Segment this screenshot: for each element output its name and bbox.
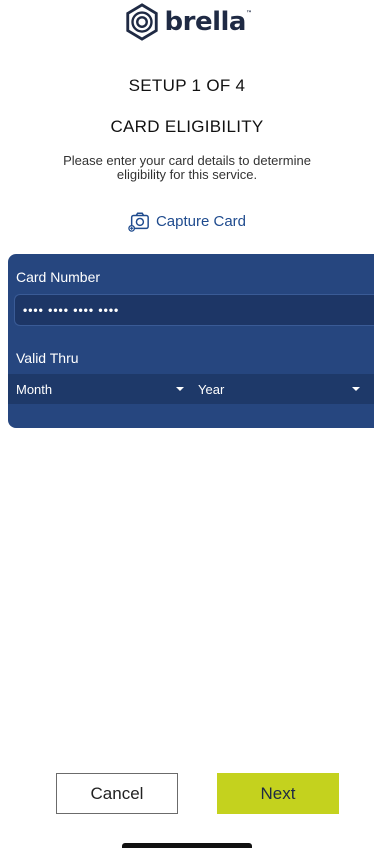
brand-logo: brella™: [0, 2, 374, 42]
expiry-select-row: Month Year: [8, 374, 374, 404]
month-select-value: Month: [16, 381, 53, 397]
brand-name: brella™: [164, 7, 252, 37]
month-select[interactable]: Month: [8, 374, 190, 404]
capture-card-label: Capture Card: [155, 212, 247, 230]
card-details-panel: Card Number •••• •••• •••• •••• Valid Th…: [8, 254, 374, 428]
year-select[interactable]: Year: [190, 374, 374, 404]
instructions-text: Please enter your card details to determ…: [63, 153, 311, 182]
caret-down-icon: [352, 387, 360, 391]
card-number-field[interactable]: •••• •••• •••• ••••: [14, 294, 374, 326]
valid-thru-label: Valid Thru: [16, 350, 79, 366]
year-select-value: Year: [198, 381, 225, 397]
home-indicator[interactable]: [122, 843, 252, 848]
caret-down-icon: [176, 387, 184, 391]
step-indicator: SETUP 1 OF 4: [128, 76, 246, 95]
card-eligibility-screen: brella™ SETUP 1 OF 4 CARD ELIGIBILITY Pl…: [0, 0, 374, 848]
card-number-label: Card Number: [16, 269, 101, 285]
page-title: CARD ELIGIBILITY: [110, 117, 264, 136]
capture-card-link[interactable]: Capture Card: [0, 210, 374, 232]
trademark-mark: ™: [245, 10, 252, 17]
next-button[interactable]: Next: [217, 773, 339, 814]
cancel-button[interactable]: Cancel: [56, 773, 178, 814]
camera-icon: [128, 212, 149, 232]
brella-logo-icon: [125, 3, 158, 41]
